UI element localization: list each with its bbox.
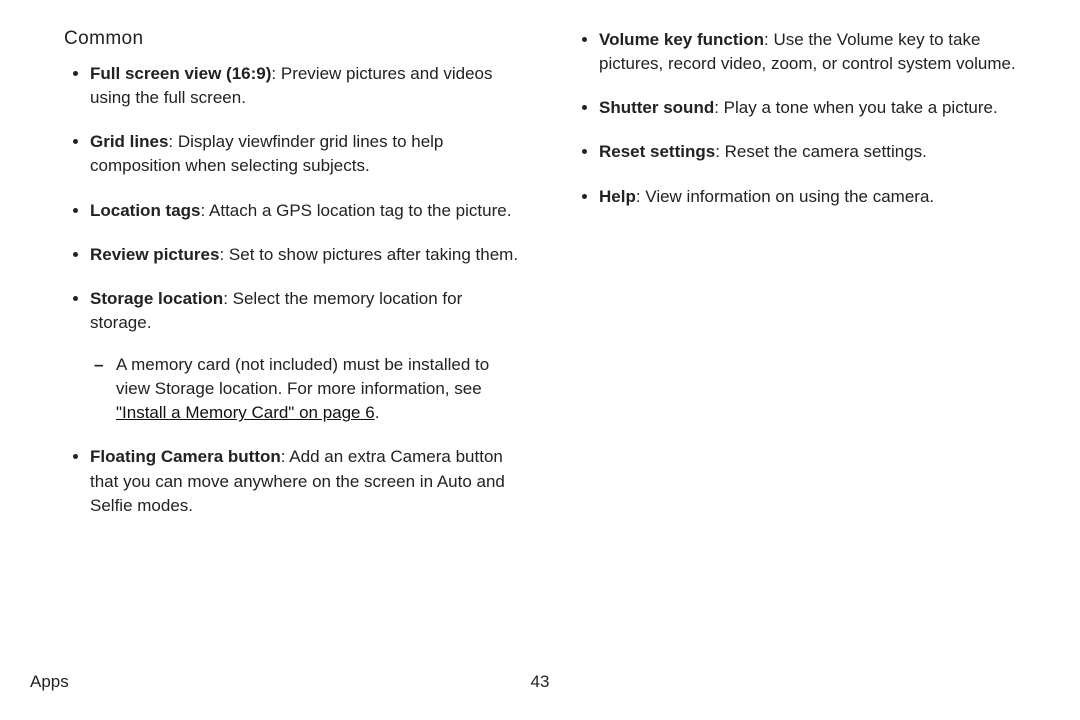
item-title: Volume key function [599,30,764,49]
item-desc: : Reset the camera settings. [715,142,927,161]
list-item: Floating Camera button: Add an extra Cam… [90,445,523,517]
sub-list-item: A memory card (not included) must be ins… [112,353,523,425]
list-item: Full screen view (16:9): Preview picture… [90,62,523,110]
feature-list-left: Full screen view (16:9): Preview picture… [62,62,523,518]
item-title: Shutter sound [599,98,714,117]
column-right: Volume key function: Use the Volume key … [571,28,1032,538]
two-column-layout: Common Full screen view (16:9): Preview … [62,28,1032,538]
list-item: Help: View information on using the came… [599,185,1032,209]
sub-text-pre: A memory card (not included) must be ins… [116,355,489,398]
list-item: Grid lines: Display viewfinder grid line… [90,130,523,178]
feature-list-right: Volume key function: Use the Volume key … [571,28,1032,209]
item-title: Help [599,187,636,206]
column-left: Common Full screen view (16:9): Preview … [62,28,523,538]
item-title: Reset settings [599,142,715,161]
item-desc: : Play a tone when you take a picture. [714,98,998,117]
item-title: Floating Camera button [90,447,281,466]
list-item: Review pictures: Set to show pictures af… [90,243,523,267]
item-desc: : Set to show pictures after taking them… [219,245,518,264]
sub-text-post: . [375,403,380,422]
item-title: Location tags [90,201,201,220]
item-desc: : View information on using the camera. [636,187,934,206]
item-title: Grid lines [90,132,168,151]
manual-page: Common Full screen view (16:9): Preview … [0,0,1080,720]
item-title: Storage location [90,289,223,308]
sub-list: A memory card (not included) must be ins… [90,353,523,425]
cross-reference-link[interactable]: "Install a Memory Card" on page 6 [116,403,375,422]
list-item: Reset settings: Reset the camera setting… [599,140,1032,164]
list-item: Location tags: Attach a GPS location tag… [90,199,523,223]
item-title: Review pictures [90,245,219,264]
item-title: Full screen view (16:9) [90,64,271,83]
section-heading: Common [64,28,523,50]
page-number: 43 [531,672,550,692]
list-item: Shutter sound: Play a tone when you take… [599,96,1032,120]
list-item: Volume key function: Use the Volume key … [599,28,1032,76]
item-desc: : Attach a GPS location tag to the pictu… [201,201,512,220]
footer-section-label: Apps [30,672,69,692]
list-item: Storage location: Select the memory loca… [90,287,523,426]
